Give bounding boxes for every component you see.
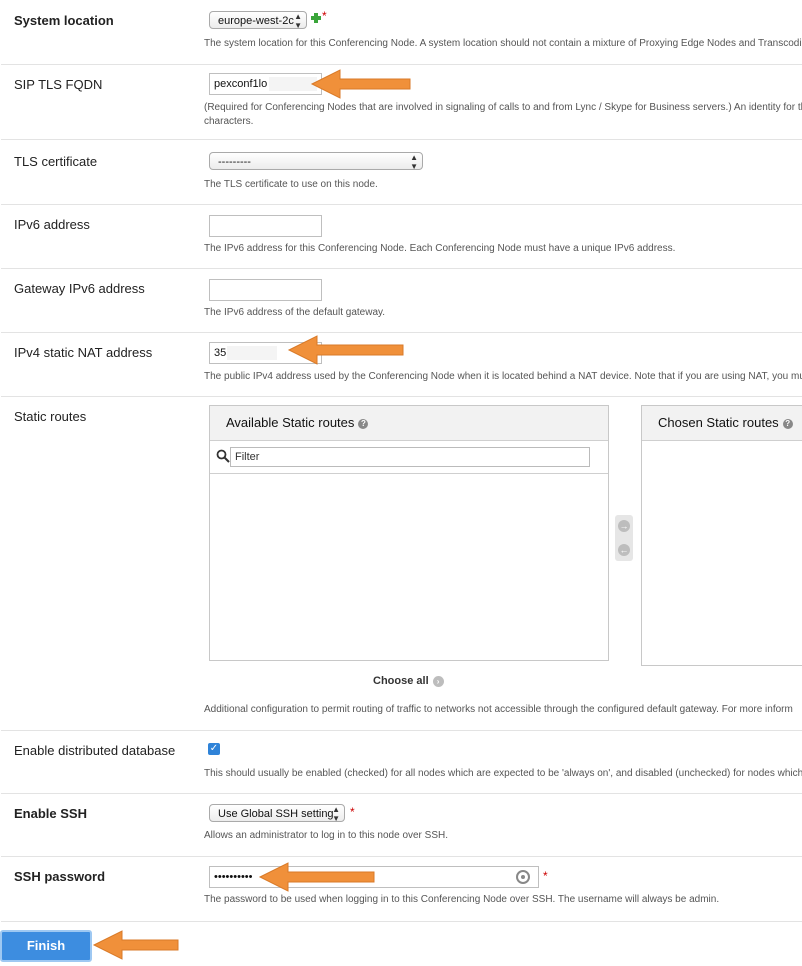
reveal-password-icon[interactable]: [516, 870, 530, 884]
available-routes-header: Available Static routes?: [210, 406, 608, 441]
select-arrows-icon: ▲ ▼: [294, 12, 302, 30]
tls-certificate-help: The TLS certificate to use on this node.: [204, 179, 378, 190]
ssh-password-value: ••••••••••: [214, 871, 253, 883]
available-routes-panel: Available Static routes? Filter: [209, 405, 609, 661]
system-location-label: System location: [14, 13, 114, 28]
row-enable-ssh: Enable SSH Use Global SSH setting ▲ ▼ * A…: [1, 794, 802, 857]
distributed-db-label: Enable distributed database: [14, 743, 176, 758]
ssh-password-help: The password to be used when logging in …: [204, 894, 720, 905]
annotation-arrow: [92, 930, 179, 960]
required-marker: *: [543, 869, 548, 883]
tls-certificate-value: ---------: [218, 156, 251, 168]
required-marker: *: [350, 805, 355, 819]
move-right-icon[interactable]: →: [618, 520, 630, 532]
search-icon: [216, 449, 230, 463]
chosen-routes-title: Chosen Static routes: [658, 415, 779, 430]
ipv4-nat-label: IPv4 static NAT address: [14, 345, 153, 360]
move-left-icon[interactable]: ←: [618, 544, 630, 556]
system-location-help: The system location for this Conferencin…: [204, 38, 802, 49]
annotation-arrow: [287, 335, 404, 365]
finish-button[interactable]: Finish: [0, 930, 92, 962]
enable-ssh-select[interactable]: Use Global SSH setting ▲ ▼: [209, 804, 345, 823]
chosen-routes-panel: Chosen Static routes?: [641, 405, 802, 666]
filter-row: Filter: [210, 441, 608, 474]
row-system-location: System location europe-west-2c ▲ ▼ * The …: [1, 0, 802, 65]
chosen-routes-list[interactable]: [642, 441, 802, 665]
ssh-password-label: SSH password: [14, 869, 106, 884]
gateway-ipv6-help: The IPv6 address of the default gateway.: [204, 307, 386, 318]
required-marker: *: [322, 9, 327, 23]
ipv6-address-help: The IPv6 address for this Conferencing N…: [204, 243, 676, 254]
help-icon[interactable]: ?: [782, 418, 793, 429]
distributed-db-checkbox[interactable]: ✓: [208, 743, 220, 755]
filter-placeholder: Filter: [235, 451, 260, 463]
select-arrows-icon: ▲ ▼: [410, 153, 418, 171]
route-mover: → ←: [615, 515, 633, 561]
sip-tls-fqdn-value: pexconf1lo: [214, 78, 268, 90]
available-routes-title: Available Static routes: [226, 415, 355, 430]
choose-all-icon: ›: [432, 675, 444, 687]
static-routes-help: Additional configuration to permit routi…: [204, 704, 793, 715]
row-gateway-ipv6: Gateway IPv6 address The IPv6 address of…: [1, 269, 802, 333]
available-routes-list[interactable]: [210, 474, 608, 660]
redacted-area: [227, 346, 277, 360]
sip-tls-fqdn-help-2: characters.: [204, 116, 254, 127]
add-location-icon[interactable]: [311, 13, 321, 23]
choose-all-text: Choose all: [373, 675, 429, 687]
filter-input[interactable]: Filter: [230, 447, 590, 467]
sip-tls-fqdn-label: SIP TLS FQDN: [14, 77, 103, 92]
gateway-ipv6-label: Gateway IPv6 address: [14, 281, 145, 296]
tls-certificate-select[interactable]: --------- ▲ ▼: [209, 152, 423, 171]
ipv6-address-input[interactable]: [209, 215, 322, 237]
tls-certificate-label: TLS certificate: [14, 154, 98, 169]
enable-ssh-label: Enable SSH: [14, 806, 87, 821]
row-ssh-password: SSH password •••••••••• * The password t…: [1, 857, 802, 922]
row-tls-certificate: TLS certificate --------- ▲ ▼ The TLS cer…: [1, 140, 802, 205]
enable-ssh-help: Allows an administrator to log in to thi…: [204, 830, 449, 841]
enable-ssh-value: Use Global SSH setting: [218, 808, 334, 820]
distributed-db-help: This should usually be enabled (checked)…: [204, 768, 802, 779]
row-ipv6-address: IPv6 address The IPv6 address for this C…: [1, 205, 802, 269]
ipv4-nat-help: The public IPv4 address used by the Conf…: [204, 371, 802, 382]
annotation-arrow: [258, 862, 375, 892]
chosen-routes-header: Chosen Static routes?: [642, 406, 802, 441]
sip-tls-fqdn-help-1: (Required for Conferencing Nodes that ar…: [204, 102, 802, 113]
static-routes-label: Static routes: [14, 409, 87, 424]
choose-all-link[interactable]: Choose all ›: [373, 675, 444, 687]
annotation-arrow: [310, 69, 411, 99]
row-distributed-db: Enable distributed database This should …: [1, 731, 802, 794]
gateway-ipv6-input[interactable]: [209, 279, 322, 301]
help-icon[interactable]: ?: [358, 418, 369, 429]
system-location-value: europe-west-2c: [218, 15, 294, 27]
system-location-select[interactable]: europe-west-2c ▲ ▼: [209, 11, 307, 30]
select-arrows-icon: ▲ ▼: [332, 805, 340, 823]
ipv6-address-label: IPv6 address: [14, 217, 90, 232]
